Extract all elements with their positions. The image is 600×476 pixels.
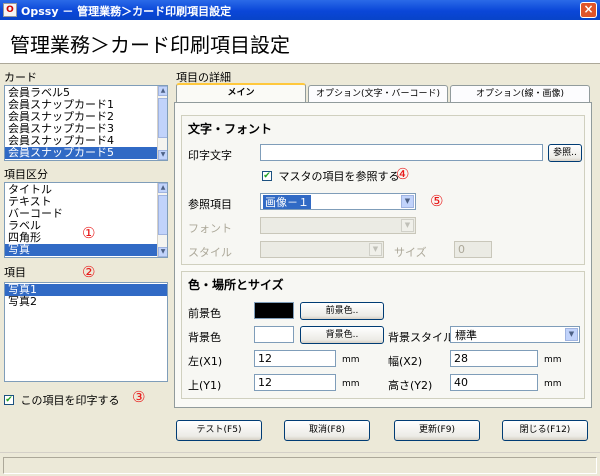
chevron-down-icon[interactable]: ▼	[401, 219, 414, 232]
marker-2: ②	[82, 263, 96, 281]
bg-color-button[interactable]: 背景色..	[300, 326, 384, 344]
top-y1-label: 上(Y1)	[188, 379, 222, 392]
ref-item-value: 画像－１	[263, 195, 311, 209]
chevron-down-icon[interactable]: ▼	[565, 328, 578, 341]
unit-mm: mm	[342, 355, 360, 365]
unit-mm: mm	[544, 379, 562, 389]
text-font-title: 文字・フォント	[188, 122, 273, 136]
item-list[interactable]: 写真1 写真2	[4, 282, 168, 382]
width-x2-label: 幅(X2)	[388, 355, 423, 368]
title-bar[interactable]: O Opssy － 管理業務＞カード印刷項目設定 ×	[0, 0, 600, 20]
close-button[interactable]: 閉じる(F12)	[502, 420, 588, 441]
list-item[interactable]: 会員スナップカード5	[5, 147, 167, 159]
cancel-button[interactable]: 取消(F8)	[284, 420, 370, 441]
category-list-scrollbar[interactable]: ▲ ▼	[157, 183, 167, 257]
fg-color-button[interactable]: 前景色..	[300, 302, 384, 320]
status-bar	[0, 452, 600, 476]
checkbox-checkmark-icon[interactable]: ✔	[4, 395, 14, 405]
bg-style-label: 背景スタイル	[388, 331, 454, 344]
card-list-scrollbar[interactable]: ▲ ▼	[157, 86, 167, 160]
fg-color-label: 前景色	[188, 307, 221, 320]
ref-item-select[interactable]: 画像－１ ▼	[260, 193, 416, 210]
update-button[interactable]: 更新(F9)	[394, 420, 480, 441]
scroll-thumb[interactable]	[158, 195, 167, 235]
bg-style-value: 標準	[455, 329, 477, 342]
unit-mm: mm	[342, 379, 360, 389]
list-item[interactable]: 写真	[5, 244, 167, 256]
bg-style-select[interactable]: 標準 ▼	[450, 326, 580, 343]
test-button[interactable]: テスト(F5)	[176, 420, 262, 441]
item-label: 項目	[4, 266, 26, 279]
bg-color-swatch[interactable]	[254, 326, 294, 343]
scroll-up-icon[interactable]: ▲	[158, 86, 167, 96]
color-place-section: 色・場所とサイズ 前景色 前景色.. 背景色 背景色.. 背景スタイル 標準 ▼…	[181, 271, 585, 399]
browse-button[interactable]: 参照..	[548, 144, 582, 162]
checkbox-checkmark-icon[interactable]: ✔	[262, 171, 272, 181]
category-list[interactable]: タイトル テキスト バーコード ラベル 四角形 写真 ▲ ▼	[4, 182, 168, 258]
print-text-label: 印字文字	[188, 149, 232, 162]
scroll-up-icon[interactable]: ▲	[158, 183, 167, 193]
chevron-down-icon[interactable]: ▼	[369, 243, 382, 256]
tab-option-text-barcode[interactable]: オプション(文字・バーコード)	[308, 85, 448, 103]
height-y2-input[interactable]: 40	[450, 374, 538, 391]
size-label: サイズ	[394, 246, 427, 259]
ref-item-label: 参照項目	[188, 198, 232, 211]
color-place-title: 色・場所とサイズ	[188, 278, 284, 292]
width-x2-input[interactable]: 28	[450, 350, 538, 367]
top-y1-input[interactable]: 12	[254, 374, 336, 391]
chevron-down-icon[interactable]: ▼	[401, 195, 414, 208]
card-list[interactable]: 会員ラベル5 会員スナップカード1 会員スナップカード2 会員スナップカード3 会員スナ…	[4, 85, 168, 161]
master-ref-label: マスタの項目を参照する	[278, 170, 400, 183]
text-font-section: 文字・フォント 印字文字 参照.. ✔ マスタの項目を参照する ④ 参照項目 画…	[181, 115, 585, 265]
fg-color-swatch[interactable]	[254, 302, 294, 319]
details-panel: 文字・フォント 印字文字 参照.. ✔ マスタの項目を参照する ④ 参照項目 画…	[174, 102, 592, 408]
print-text-input[interactable]	[260, 144, 543, 161]
master-ref-checkbox[interactable]: ✔ マスタの項目を参照する	[262, 168, 400, 184]
scroll-thumb[interactable]	[158, 98, 167, 138]
tab-option-line-image[interactable]: オプション(線・画像)	[450, 85, 590, 103]
unit-mm: mm	[544, 355, 562, 365]
height-y2-label: 高さ(Y2)	[388, 379, 433, 392]
print-item-label: この項目を印字する	[20, 394, 120, 407]
left-x1-label: 左(X1)	[188, 355, 223, 368]
font-select[interactable]: ▼	[260, 217, 416, 234]
marker-5: ⑤	[430, 192, 444, 210]
font-label: フォント	[188, 222, 232, 235]
page-title: 管理業務＞カード印刷項目設定	[10, 33, 290, 57]
marker-1: ①	[82, 224, 96, 242]
card-label: カード	[4, 71, 37, 84]
size-input[interactable]: 0	[454, 241, 492, 258]
style-select[interactable]: ▼	[260, 241, 384, 258]
close-window-button[interactable]: ×	[580, 2, 597, 18]
style-label: スタイル	[188, 246, 232, 259]
print-item-checkbox[interactable]: ✔ この項目を印字する	[4, 392, 120, 408]
scroll-down-icon[interactable]: ▼	[158, 247, 167, 257]
category-label: 項目区分	[4, 168, 48, 181]
marker-3: ③	[132, 388, 146, 406]
tab-main[interactable]: メイン	[176, 83, 306, 103]
scroll-down-icon[interactable]: ▼	[158, 150, 167, 160]
status-cell	[3, 457, 597, 474]
list-item[interactable]: 写真2	[5, 296, 167, 308]
marker-4: ④	[396, 165, 410, 183]
left-x1-input[interactable]: 12	[254, 350, 336, 367]
window-title: Opssy － 管理業務＞カード印刷項目設定	[21, 5, 232, 18]
bg-color-label: 背景色	[188, 331, 221, 344]
page-header: 管理業務＞カード印刷項目設定	[0, 20, 600, 64]
app-icon: O	[3, 3, 17, 17]
